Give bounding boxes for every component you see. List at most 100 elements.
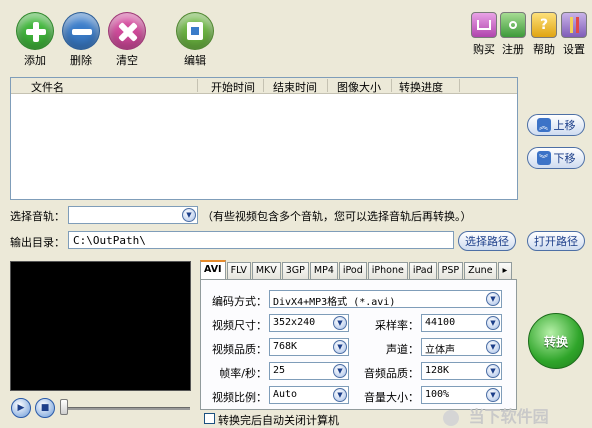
chevron-up-icon: ︽ — [536, 118, 551, 132]
chevron-down-icon: ▼ — [486, 340, 500, 354]
stop-button[interactable]: ■ — [35, 398, 55, 418]
chevron-down-icon: ▼ — [486, 292, 500, 306]
tab-ipad[interactable]: iPad — [408, 262, 437, 279]
format-tabs: AVI FLV MKV 3GP MP4 iPod iPhone iPad PSP… — [200, 260, 513, 279]
move-down-label: 下移 — [553, 152, 576, 165]
add-button[interactable]: 添加 — [10, 12, 60, 68]
move-down-button[interactable]: ︾ 下移 — [527, 147, 585, 169]
col-image-size[interactable]: 图像大小 — [337, 79, 381, 95]
chevron-down-icon: ︾ — [536, 151, 551, 165]
seek-thumb[interactable] — [60, 399, 68, 415]
col-start-time[interactable]: 开始时间 — [211, 79, 255, 95]
delete-label: 删除 — [70, 54, 92, 67]
aspect-ratio-label: 视频比例： — [212, 391, 267, 404]
chevron-down-icon: ▼ — [333, 340, 347, 354]
audio-quality-select[interactable]: 128K ▼ — [421, 362, 502, 380]
sample-rate-select[interactable]: 44100 ▼ — [421, 314, 502, 332]
video-size-label: 视频尺寸： — [212, 319, 267, 332]
help-icon: ? — [531, 12, 557, 38]
move-up-button[interactable]: ︽ 上移 — [527, 114, 585, 136]
volume-label: 音量大小： — [364, 391, 419, 404]
cart-icon — [471, 12, 497, 38]
edit-label: 编辑 — [184, 54, 206, 67]
open-path-button[interactable]: 打开路径 — [527, 231, 585, 251]
fps-label: 帧率/秒： — [219, 367, 267, 380]
minus-icon — [62, 12, 100, 50]
settings-button[interactable]: 设置 — [558, 12, 590, 57]
shutdown-checkbox[interactable] — [204, 413, 215, 424]
channel-value: 立体声 — [425, 345, 455, 356]
tab-avi[interactable]: AVI — [200, 260, 226, 279]
register-label: 注册 — [502, 43, 524, 56]
video-size-select[interactable]: 352x240 ▼ — [269, 314, 349, 332]
tab-psp[interactable]: PSP — [437, 262, 464, 279]
audio-track-select[interactable]: ▼ — [68, 206, 198, 224]
tab-3gp[interactable]: 3GP — [281, 262, 309, 279]
file-list[interactable]: 文件名 开始时间 结束时间 图像大小 转换进度 — [10, 77, 518, 200]
tab-zune[interactable]: Zune — [464, 262, 497, 279]
seek-track[interactable] — [62, 407, 190, 410]
fps-value: 25 — [273, 365, 286, 376]
video-size-value: 352x240 — [273, 317, 316, 328]
play-icon: ▶ — [17, 403, 25, 413]
col-end-time[interactable]: 结束时间 — [273, 79, 317, 95]
tools-icon — [561, 12, 587, 38]
register-button[interactable]: 注册 — [497, 12, 529, 57]
chevron-down-icon: ▼ — [486, 316, 500, 330]
help-button[interactable]: ? 帮助 — [528, 12, 560, 57]
watermark-text: 当下软件园 — [468, 407, 549, 426]
output-dir-label: 输出目录： — [10, 236, 65, 249]
col-progress[interactable]: 转换进度 — [399, 79, 443, 95]
choose-path-button[interactable]: 选择路径 — [458, 231, 516, 251]
channel-label: 声道： — [386, 343, 419, 356]
aspect-ratio-select[interactable]: Auto ▼ — [269, 386, 349, 404]
video-quality-select[interactable]: 768K ▼ — [269, 338, 349, 356]
chevron-down-icon: ▼ — [486, 364, 500, 378]
chevron-down-icon: ▼ — [333, 364, 347, 378]
clear-label: 清空 — [116, 54, 138, 67]
download-icon — [443, 409, 459, 426]
chevron-down-icon: ▼ — [486, 388, 500, 402]
edit-button[interactable]: 编辑 — [170, 12, 220, 68]
convert-button[interactable]: 转换 — [528, 313, 584, 369]
output-path-field[interactable]: C:\OutPath\ — [68, 231, 454, 249]
encoding-select[interactable]: DivX4+MP3格式 (*.avi) ▼ — [269, 290, 502, 308]
audio-track-hint: （有些视频包含多个音轨，您可以选择音轨后再转换。） — [202, 210, 472, 223]
file-list-header: 文件名 开始时间 结束时间 图像大小 转换进度 — [11, 78, 517, 94]
clear-button[interactable]: 清空 — [102, 12, 152, 68]
choose-path-label: 选择路径 — [465, 235, 509, 248]
col-filename[interactable]: 文件名 — [31, 79, 64, 95]
edit-film-icon — [176, 12, 214, 50]
sample-rate-value: 44100 — [425, 317, 456, 328]
volume-select[interactable]: 100% ▼ — [421, 386, 502, 404]
watermark: 当下软件园 — [443, 403, 549, 427]
stop-icon: ■ — [40, 403, 50, 413]
video-quality-value: 768K — [273, 341, 298, 352]
convert-label: 转换 — [543, 334, 568, 349]
tab-mkv[interactable]: MKV — [251, 262, 281, 279]
output-path-value: C:\OutPath\ — [73, 234, 146, 247]
tab-iphone[interactable]: iPhone — [367, 262, 408, 279]
audio-track-label: 选择音轨： — [10, 210, 65, 223]
video-preview — [10, 261, 191, 391]
chevron-down-icon: ▼ — [182, 208, 196, 222]
play-button[interactable]: ▶ — [11, 398, 31, 418]
add-icon — [16, 12, 54, 50]
add-label: 添加 — [24, 54, 46, 67]
tab-mp4[interactable]: MP4 — [309, 262, 338, 279]
audio-quality-value: 128K — [425, 365, 450, 376]
tab-flv[interactable]: FLV — [226, 262, 251, 279]
chevron-down-icon: ▼ — [333, 388, 347, 402]
channel-select[interactable]: 立体声 ▼ — [421, 338, 502, 356]
tab-scroll-right[interactable]: ▸ — [497, 262, 513, 279]
delete-button[interactable]: 删除 — [56, 12, 106, 68]
encoding-label: 编码方式： — [212, 295, 267, 308]
fps-select[interactable]: 25 ▼ — [269, 362, 349, 380]
buy-button[interactable]: 购买 — [468, 12, 500, 57]
sample-rate-label: 采样率： — [375, 319, 419, 332]
tab-ipod[interactable]: iPod — [338, 262, 367, 279]
key-icon — [500, 12, 526, 38]
chevron-down-icon: ▼ — [333, 316, 347, 330]
open-path-label: 打开路径 — [534, 235, 578, 248]
buy-label: 购买 — [473, 43, 495, 56]
